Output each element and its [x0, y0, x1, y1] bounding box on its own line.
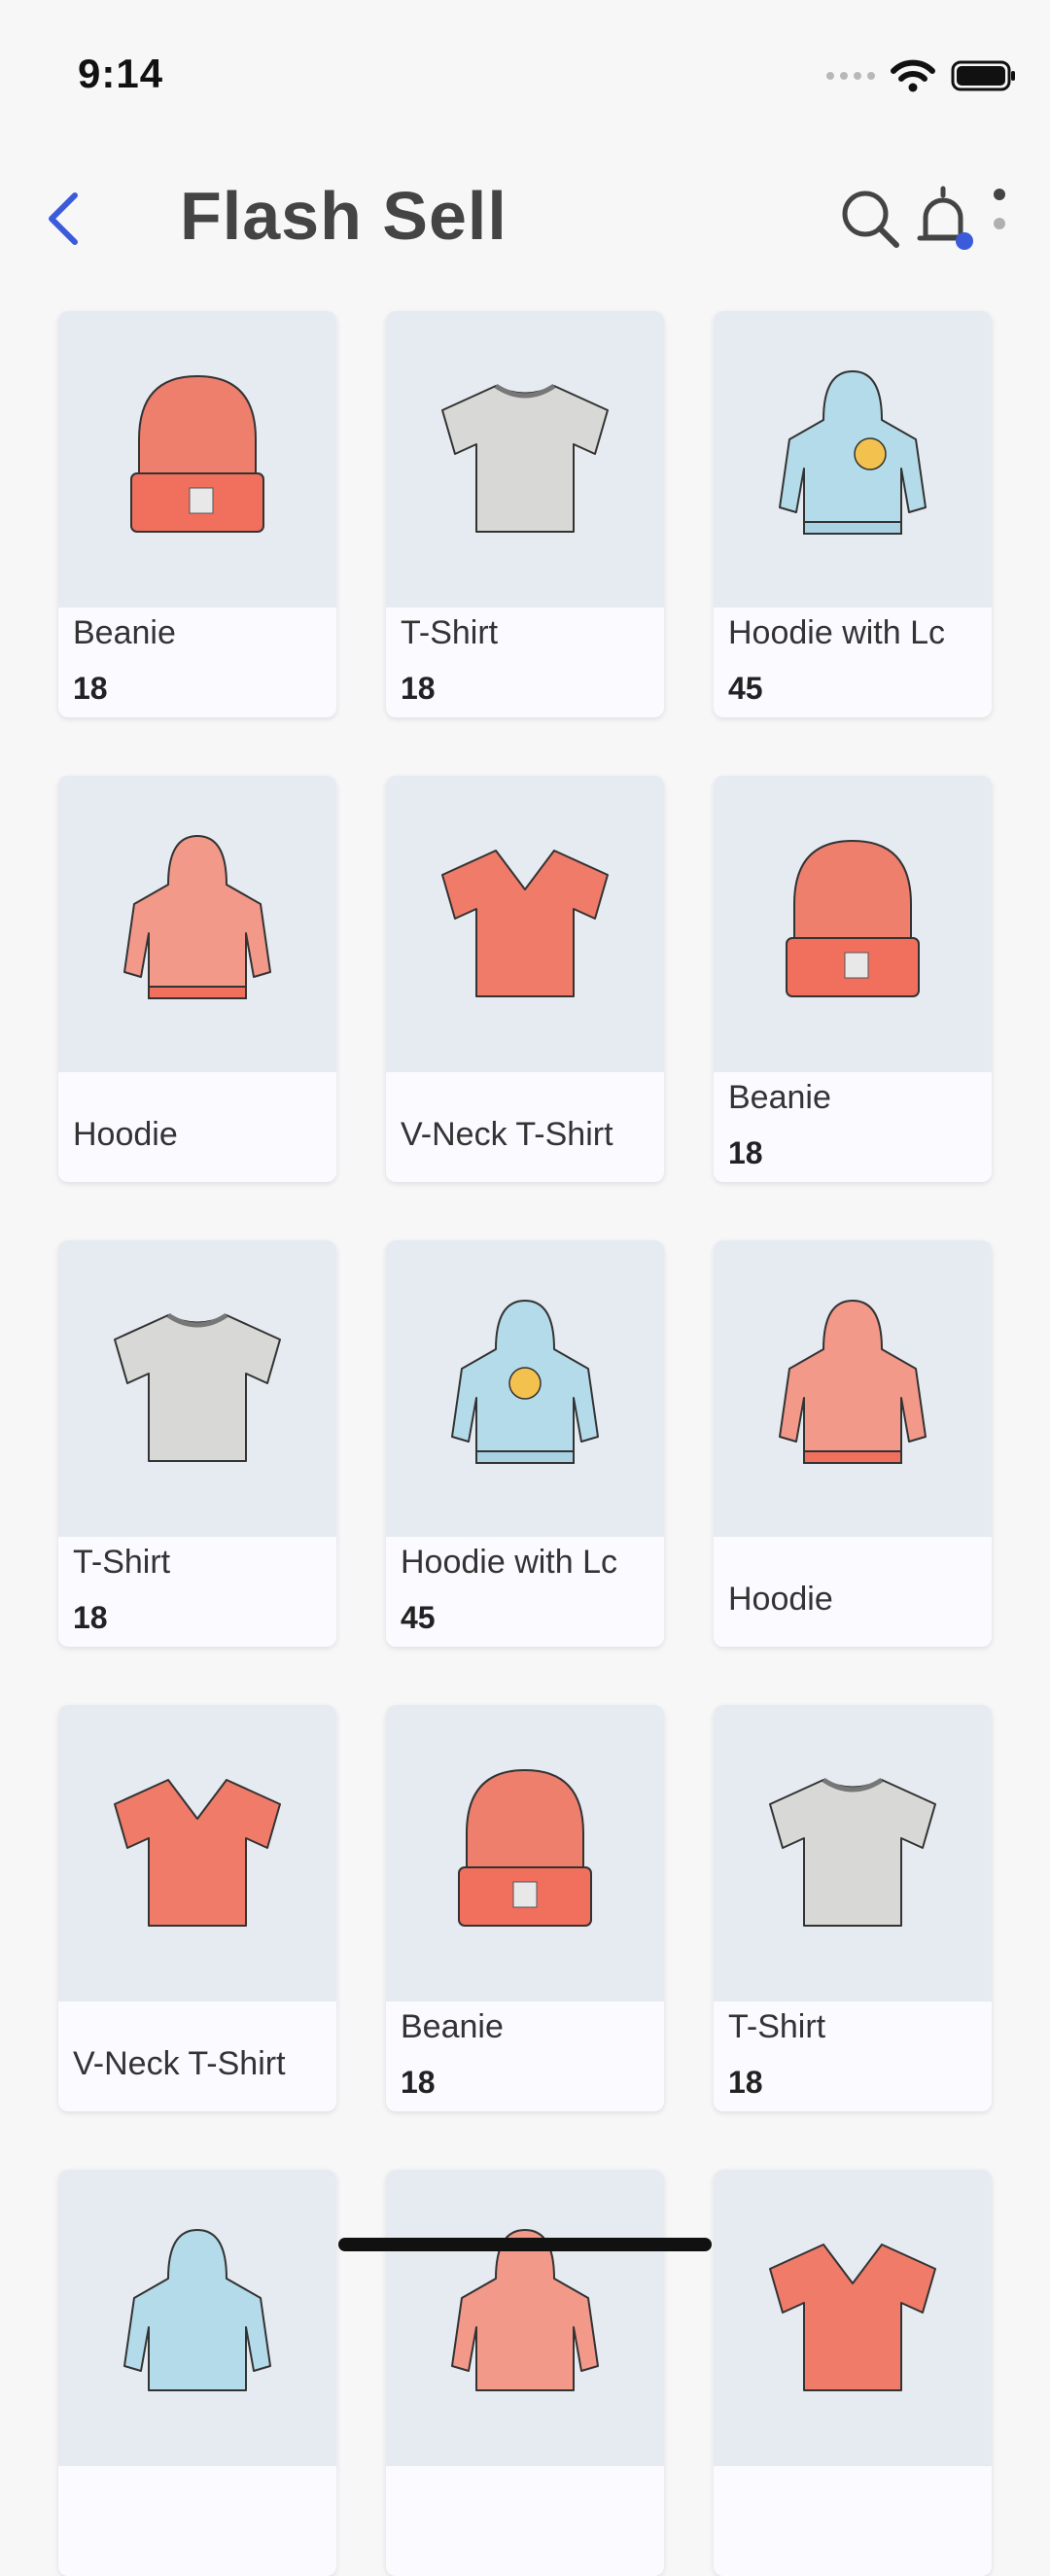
hoodie-image — [123, 835, 271, 999]
page-title: Flash Sell — [180, 178, 508, 254]
product-image — [386, 2170, 664, 2466]
product-name: Beanie — [401, 2008, 504, 2045]
product-price: 18 — [728, 2065, 763, 2100]
beanie-image — [130, 374, 264, 533]
vneck-tshirt-image — [441, 850, 609, 997]
product-image — [714, 311, 992, 608]
product-card[interactable]: T-Shirt 18 — [386, 311, 664, 717]
product-card[interactable]: Hoodie — [714, 1240, 992, 1647]
battery-icon — [951, 60, 1015, 91]
product-name: Hoodie — [728, 1581, 833, 1618]
search-button[interactable] — [836, 185, 904, 253]
wifi-icon — [891, 59, 935, 92]
product-card[interactable]: T-Shirt 18 — [714, 1705, 992, 2111]
product-name: T-Shirt — [73, 1544, 171, 1581]
product-price: 18 — [73, 1600, 108, 1635]
product-name: T-Shirt — [728, 2008, 826, 2045]
product-name: V-Neck T-Shirt — [401, 1116, 613, 1153]
product-image — [714, 776, 992, 1072]
product-name: T-Shirt — [401, 614, 499, 651]
beanie-image — [786, 839, 920, 997]
product-card[interactable] — [386, 2170, 664, 2576]
notifications-button[interactable] — [914, 183, 984, 257]
product-image — [58, 776, 336, 1072]
product-card[interactable]: Hoodie with Lc 45 — [386, 1240, 664, 1647]
more-vertical-icon — [994, 189, 1005, 229]
product-name: Beanie — [73, 614, 176, 651]
product-image — [58, 1705, 336, 2002]
notification-dot — [956, 232, 973, 250]
product-image — [714, 1240, 992, 1537]
product-card[interactable]: V-Neck T-Shirt — [58, 1705, 336, 2111]
product-card[interactable]: Hoodie — [58, 776, 336, 1182]
product-name: V-Neck T-Shirt — [73, 2045, 286, 2082]
product-card[interactable]: Beanie 18 — [386, 1705, 664, 2111]
product-image — [58, 311, 336, 608]
tshirt-image — [769, 1777, 936, 1927]
product-name: Hoodie with Lc — [401, 1544, 618, 1581]
product-image — [386, 776, 664, 1072]
more-options-button[interactable] — [982, 185, 1017, 262]
product-price: 18 — [401, 671, 436, 706]
status-icons — [826, 56, 1017, 95]
tshirt-image — [114, 1312, 281, 1462]
hoodie-image — [779, 1300, 927, 1464]
product-price: 18 — [401, 2065, 436, 2100]
product-card[interactable] — [714, 2170, 992, 2576]
bell-icon — [917, 186, 973, 250]
hoodie-image — [451, 1300, 599, 1464]
signal-icon — [826, 72, 875, 80]
product-card[interactable]: Beanie 18 — [58, 311, 336, 717]
product-name: Beanie — [728, 1079, 831, 1116]
product-image — [714, 2170, 992, 2466]
product-price: 18 — [728, 1135, 763, 1170]
hoodie-image — [779, 370, 927, 535]
product-image — [386, 311, 664, 608]
back-button[interactable] — [39, 185, 88, 253]
product-card[interactable]: Beanie 18 — [714, 776, 992, 1182]
app-header: Flash Sell — [0, 156, 1050, 282]
vneck-tshirt-image — [769, 2244, 936, 2391]
hoodie-image — [123, 2229, 271, 2391]
home-indicator[interactable] — [338, 2238, 712, 2251]
product-image — [58, 1240, 336, 1537]
product-card[interactable]: T-Shirt 18 — [58, 1240, 336, 1647]
product-image — [714, 1705, 992, 2002]
product-card[interactable]: V-Neck T-Shirt — [386, 776, 664, 1182]
product-image — [386, 1705, 664, 2002]
product-price: 45 — [401, 1600, 436, 1635]
vneck-tshirt-image — [114, 1779, 281, 1927]
tshirt-image — [441, 383, 609, 533]
product-name: Hoodie — [73, 1116, 178, 1153]
product-image — [58, 2170, 336, 2466]
beanie-image — [458, 1768, 592, 1927]
product-image — [386, 1240, 664, 1537]
search-icon — [842, 191, 899, 248]
product-price: 45 — [728, 671, 763, 706]
product-name: Hoodie with Lc — [728, 614, 946, 651]
product-card[interactable]: Hoodie with Lc 45 — [714, 311, 992, 717]
product-price: 18 — [73, 671, 108, 706]
back-arrow-icon — [49, 192, 78, 245]
product-card[interactable] — [58, 2170, 336, 2576]
status-time: 9:14 — [78, 51, 164, 96]
status-bar: 9:14 — [0, 0, 1050, 146]
